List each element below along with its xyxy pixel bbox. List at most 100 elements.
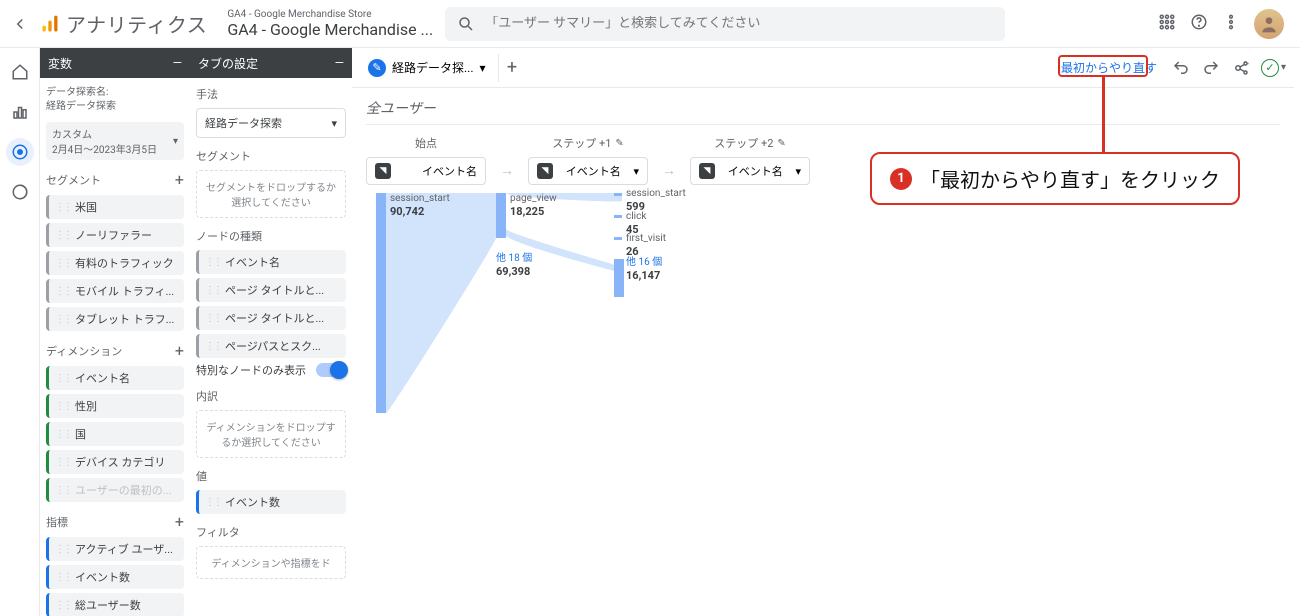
avatar[interactable] <box>1254 9 1284 39</box>
node-bar-step2-more[interactable] <box>614 259 624 297</box>
tag-icon: ◥ <box>375 163 391 179</box>
undo-icon[interactable] <box>1171 58 1191 78</box>
values-label: 値 <box>196 468 346 484</box>
search-icon <box>457 15 475 33</box>
metric-chip[interactable]: ⋮⋮イベント数 <box>46 565 184 589</box>
property-large: GA4 - Google Merchandise ... <box>227 20 433 39</box>
variables-header: 変数 — <box>40 48 190 78</box>
step1-select[interactable]: ◥ イベント名 ▾ <box>528 157 648 185</box>
share-icon[interactable] <box>1231 58 1251 78</box>
nav-advertising[interactable] <box>6 178 34 206</box>
all-users-label: 全ユーザー <box>366 98 1294 118</box>
segment-label: セグメント <box>196 148 346 164</box>
nav-rail <box>0 48 40 616</box>
node-step1-more[interactable]: 他 18 個 69,398 <box>496 253 532 278</box>
value-chip[interactable]: ⋮⋮イベント数 <box>196 490 346 514</box>
chevron-down-icon: ▾ <box>331 117 337 130</box>
filter-dropzone[interactable]: ディメンションや指標をド <box>196 546 346 579</box>
breakdown-label: 内訳 <box>196 388 346 404</box>
metric-chip[interactable]: ⋮⋮総ユーザー数 <box>46 593 184 616</box>
date-preset: カスタム <box>52 126 157 141</box>
check-icon: ✓ <box>1261 59 1279 77</box>
segment-chip[interactable]: ⋮⋮モバイル トラフィ... <box>46 279 184 303</box>
help-icon[interactable] <box>1190 13 1208 35</box>
node-type-chip[interactable]: ⋮⋮ページ タイトルと... <box>196 306 346 330</box>
segment-chip[interactable]: ⋮⋮米国 <box>46 195 184 219</box>
nav-explore[interactable] <box>6 138 34 166</box>
explore-tab[interactable]: ✎ 経路データ探... ▾ <box>360 55 494 81</box>
product-title: アナリティクス <box>66 9 207 38</box>
chevron-down-icon[interactable]: ▾ <box>480 61 486 75</box>
node-bar-step2-2[interactable] <box>614 237 622 240</box>
node-step2-2[interactable]: first_visit 26 <box>626 233 666 258</box>
step-start-label: 始点 <box>366 135 486 151</box>
chevron-down-icon: ▾ <box>173 136 178 147</box>
tag-icon: ◥ <box>537 163 553 179</box>
drag-handle-icon: ⋮⋮ <box>55 202 71 213</box>
search-input[interactable] <box>485 16 993 31</box>
tab-settings-panel: タブの設定 — 手法 経路データ探索 ▾ セグメント セグメントをドロップするか… <box>190 48 352 616</box>
node-type-chip[interactable]: ⋮⋮ページパスとスク... <box>196 334 346 358</box>
node-type-chip[interactable]: ⋮⋮ページ タイトルと... <box>196 278 346 302</box>
edit-icon[interactable]: ✎ <box>615 138 623 149</box>
header: アナリティクス GA4 - Google Merchandise Store G… <box>0 0 1300 48</box>
dimension-chip[interactable]: ⋮⋮デバイス カテゴリ <box>46 450 184 474</box>
arrow-icon: → <box>662 162 676 179</box>
node-type-label: ノードの種類 <box>196 228 346 244</box>
node-start[interactable]: session_start 90,742 <box>390 193 450 218</box>
collapse-icon[interactable]: — <box>173 56 182 70</box>
add-metric-button[interactable]: + <box>175 512 184 531</box>
callout-highlight-box <box>1058 55 1148 77</box>
technique-select[interactable]: 経路データ探索 ▾ <box>196 108 346 138</box>
segment-chip[interactable]: ⋮⋮有料のトラフィック <box>46 251 184 275</box>
nav-reports[interactable] <box>6 98 34 126</box>
nav-home[interactable] <box>6 58 34 86</box>
callout-number: 1 <box>890 168 912 190</box>
date-range-selector[interactable]: カスタム 2月4日～2023年3月5日 ▾ <box>46 122 184 160</box>
step-start-select[interactable]: ◥ イベント名 <box>366 157 486 185</box>
chevron-down-icon: ▾ <box>1281 62 1286 73</box>
date-range: 2月4日～2023年3月5日 <box>52 141 157 156</box>
dimension-chip[interactable]: ⋮⋮性別 <box>46 394 184 418</box>
node-type-chip[interactable]: ⋮⋮イベント名 <box>196 250 346 274</box>
segment-chip[interactable]: ⋮⋮タブレット トラフ... <box>46 307 184 331</box>
back-button[interactable] <box>8 12 32 36</box>
collapse-icon[interactable]: — <box>335 56 344 70</box>
node-step1-0[interactable]: page_view 18,225 <box>510 193 557 218</box>
node-step2-0[interactable]: session_start 599 <box>626 188 686 213</box>
status-dropdown[interactable]: ✓ ▾ <box>1261 59 1286 77</box>
segment-chip[interactable]: ⋮⋮ノーリファラー <box>46 223 184 247</box>
step2-select[interactable]: ◥ イベント名 ▾ <box>690 157 810 185</box>
add-segment-button[interactable]: + <box>175 170 184 189</box>
unique-nodes-toggle[interactable] <box>316 363 346 377</box>
more-icon[interactable] <box>1222 13 1240 35</box>
search-bar[interactable] <box>445 7 1005 41</box>
metrics-heading: 指標 + <box>46 512 184 531</box>
edit-icon[interactable]: ✎ <box>777 138 785 149</box>
apps-icon[interactable] <box>1158 13 1176 35</box>
segment-dropzone[interactable]: セグメントをドロップするか選択してください <box>196 170 346 218</box>
ga-logo: アナリティクス <box>40 9 207 38</box>
chevron-down-icon: ▾ <box>795 165 801 178</box>
node-bar-step1-0[interactable] <box>496 193 506 238</box>
breakdown-dropzone[interactable]: ディメンションをドロップするか選択してください <box>196 410 346 458</box>
dimension-chip[interactable]: ⋮⋮イベント名 <box>46 366 184 390</box>
node-bar-step2-0[interactable] <box>614 193 622 196</box>
variables-panel: 変数 — データ探索名: 経路データ探索 カスタム 2月4日～2023年3月5日… <box>40 48 190 616</box>
property-selector[interactable]: GA4 - Google Merchandise Store GA4 - Goo… <box>227 9 433 39</box>
dimensions-heading: ディメンション + <box>46 341 184 360</box>
node-bar-start[interactable] <box>376 193 386 413</box>
dimension-chip[interactable]: ⋮⋮ユーザーの最初の... <box>46 478 184 502</box>
metric-chip[interactable]: ⋮⋮アクティブ ユーザ... <box>46 537 184 561</box>
node-step2-more[interactable]: 他 16 個 16,147 <box>626 257 662 282</box>
add-tab-button[interactable]: + <box>498 54 526 82</box>
add-dimension-button[interactable]: + <box>175 341 184 360</box>
redo-icon[interactable] <box>1201 58 1221 78</box>
canvas: ✎ 経路データ探... ▾ + 最初からやり直す ✓ ▾ 全ユーザー 始点 ◥ … <box>352 48 1294 616</box>
unique-nodes-label: 特別なノードのみ表示 <box>196 362 306 378</box>
tab-label: 経路データ探... <box>392 59 474 76</box>
dimension-chip[interactable]: ⋮⋮国 <box>46 422 184 446</box>
node-bar-step2-1[interactable] <box>614 215 622 218</box>
explore-name-block: データ探索名: 経路データ探索 <box>46 86 184 114</box>
callout-text: 「最初からやり直す」をクリック <box>920 164 1220 193</box>
